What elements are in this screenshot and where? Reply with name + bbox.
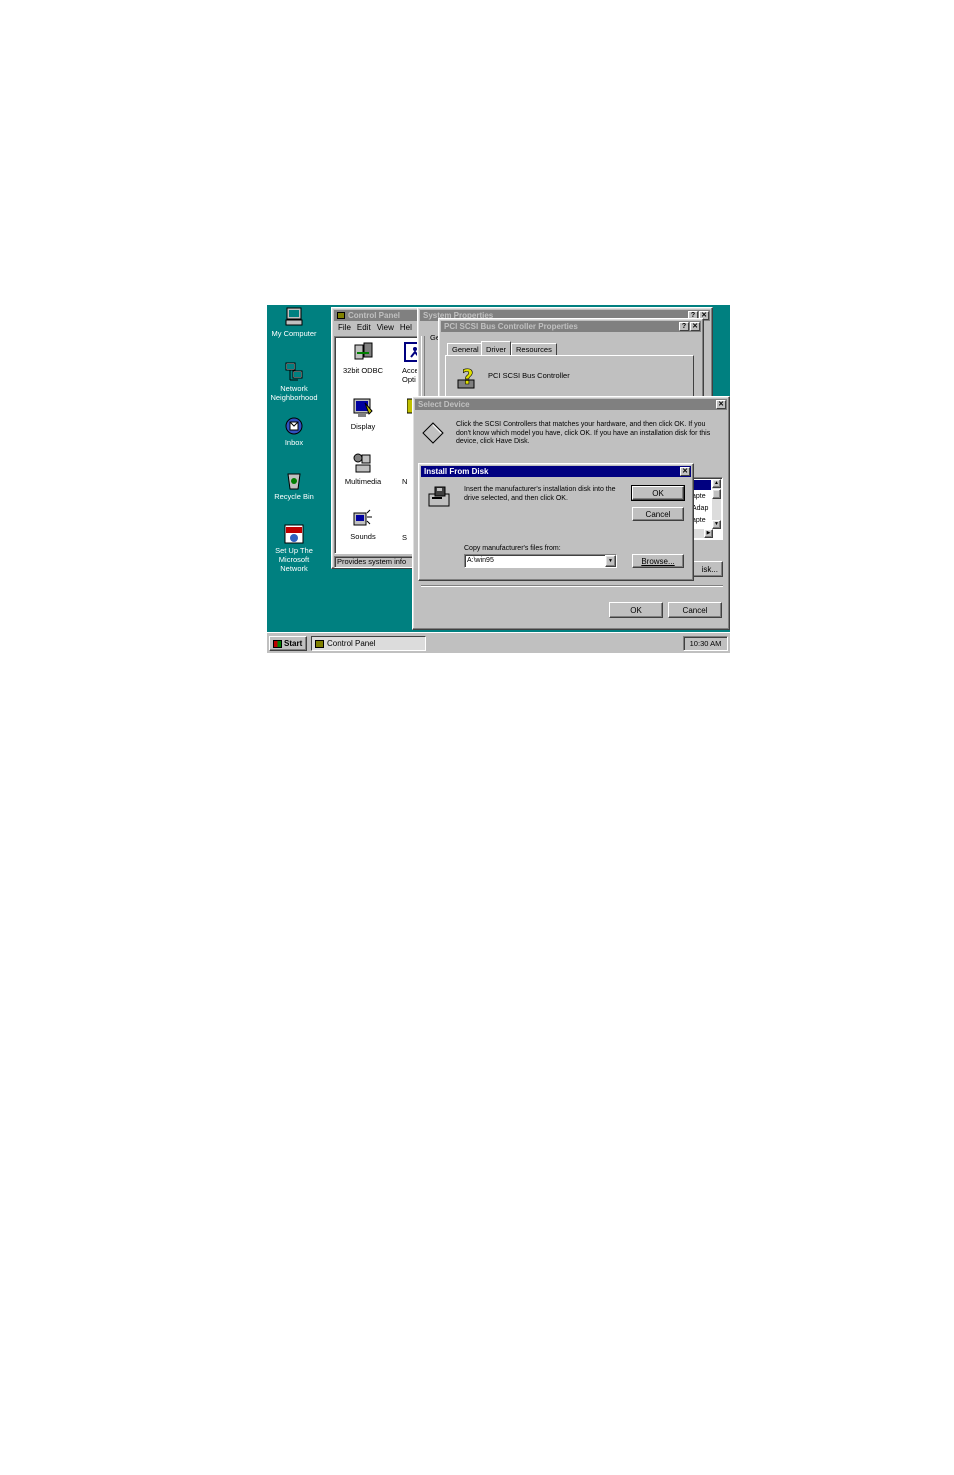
floppy-drive-icon [427,486,451,508]
list-item[interactable]: apte [692,516,706,525]
cp-icon-odbc[interactable]: 32bit ODBC [338,341,388,375]
menu-edit[interactable]: Edit [357,323,371,334]
cp-icon-label: Multimedia [344,477,382,486]
cp-icon-accessibility[interactable]: Acces Opti [388,341,426,384]
device-name: PCI SCSI Bus Controller [488,371,570,380]
select-device-titlebar[interactable]: Select Device ✕ [415,399,727,410]
menu-file[interactable]: File [335,323,351,334]
desktop-icon-label: Set Up The Microsoft Network [275,546,313,573]
control-panel-titlebar[interactable]: Control Panel [334,310,428,321]
separator [421,585,723,587]
list-item[interactable]: Adap [692,504,708,513]
install-from-disk-titlebar[interactable]: Install From Disk ✕ [421,466,691,477]
taskbar-clock[interactable]: 10:30 AM [683,636,728,651]
ok-button[interactable]: OK [609,602,663,618]
select-device-instructions: Click the SCSI Controllers that matches … [456,421,711,445]
window-title: Select Device [418,400,470,409]
copy-from-label: Copy manufacturer's files from: [464,545,561,552]
pci-properties-titlebar[interactable]: PCI SCSI Bus Controller Properties ? ✕ [441,321,701,332]
desktop-icon-label: Inbox [284,438,304,447]
ok-button[interactable]: OK [631,485,685,501]
diamond-icon [422,422,444,444]
close-button[interactable]: ✕ [680,467,690,476]
window-title: Control Panel [348,311,401,320]
desktop-icon-label: Network Neighborhood [270,384,318,402]
cp-icon-display[interactable]: Display [338,397,388,431]
help-button[interactable]: ? [679,322,689,331]
status-text: Provides system info [337,557,407,566]
desktop: My Computer Network Neighborhood Inbox R… [267,305,730,653]
install-message: Insert the manufacturer's installation d… [464,486,616,502]
scroll-down-arrow-icon[interactable]: ▼ [712,520,721,529]
svg-text:?: ? [462,366,474,389]
pci-tabstrip: General Driver Resources [447,341,697,356]
desktop-icon-recycle-bin[interactable]: Recycle Bin [267,470,324,501]
tab-driver[interactable]: Driver [481,341,511,356]
windows-logo-icon [273,639,282,648]
close-button[interactable]: ✕ [690,322,700,331]
cp-icon-label: Sounds [350,532,376,541]
desktop-icon-msn[interactable]: Set Up The Microsoft Network [267,524,324,573]
cp-icon-sounds[interactable]: Sounds [338,507,388,541]
network-icon [284,362,304,382]
multimedia-icon [352,452,374,474]
sounds-icon [352,507,374,529]
path-combobox[interactable]: A:\win95 ▼ [464,554,617,568]
scroll-right-arrow-icon[interactable]: ▶ [704,529,713,538]
path-input[interactable]: A:\win95 [464,554,617,568]
vertical-scrollbar[interactable]: ▲ ▼ [712,479,721,529]
menu-help[interactable]: Hel [400,323,412,334]
cp-icon-label: 32bit ODBC [342,366,384,375]
list-item[interactable]: apte [692,492,706,501]
control-panel-menubar: File Edit View Hel [335,323,427,334]
msn-icon [284,524,304,544]
taskbar-item-control-panel[interactable]: Control Panel [311,636,426,651]
taskbar: Start Control Panel 10:30 AM [267,632,730,653]
scroll-thumb[interactable] [712,489,721,499]
display-icon [352,397,374,419]
recycle-bin-icon [284,470,304,490]
question-device-icon: ? [456,365,480,390]
cp-icon-label: Display [350,422,376,431]
start-button[interactable]: Start [269,636,307,651]
scroll-up-arrow-icon[interactable]: ▲ [712,479,721,488]
cancel-button[interactable]: Cancel [632,507,684,521]
desktop-icon-label: Recycle Bin [274,492,314,501]
desktop-icon-network-neighborhood[interactable]: Network Neighborhood [267,362,324,402]
window-title: Install From Disk [424,467,489,476]
desktop-icon-label: My Computer [271,329,317,338]
cp-icon-multimedia[interactable]: Multimedia [338,452,388,486]
install-from-disk-dialog: Install From Disk ✕ Insert the manufactu… [418,463,694,581]
menu-view[interactable]: View [377,323,394,334]
control-panel-icon [315,639,324,648]
odbc-icon [352,341,374,363]
desktop-icon-inbox[interactable]: Inbox [267,416,324,447]
cp-icon-label-fragment: S [402,533,408,542]
computer-icon [284,307,304,327]
window-title: PCI SCSI Bus Controller Properties [444,322,578,331]
dropdown-arrow-icon[interactable]: ▼ [605,555,616,567]
desktop-icon-my-computer[interactable]: My Computer [267,307,324,338]
control-panel-icon [337,312,345,319]
cp-icon-label-fragment: N [402,477,408,486]
close-button[interactable]: ✕ [716,400,726,409]
inbox-icon [284,416,304,436]
cancel-button[interactable]: Cancel [668,602,722,618]
browse-button[interactable]: Browse... [632,554,684,568]
